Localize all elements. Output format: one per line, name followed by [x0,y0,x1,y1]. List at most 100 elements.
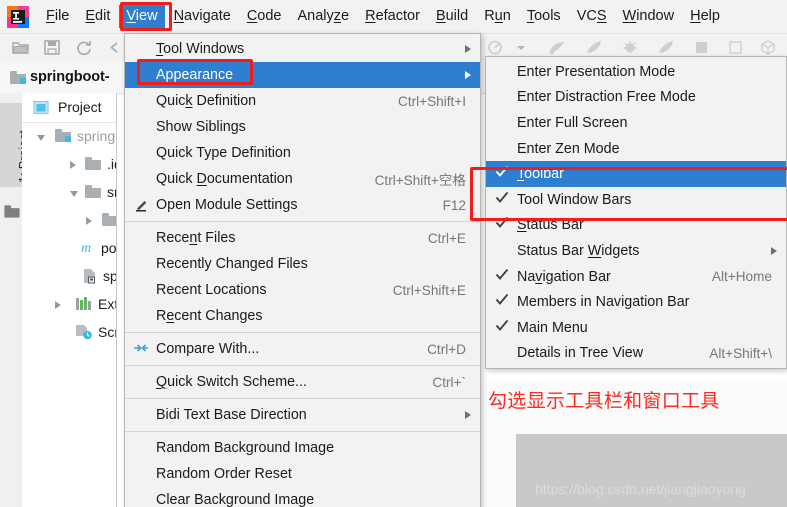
menu-item-members-in-navigation-bar[interactable]: Members in Navigation Bar [486,289,786,315]
menu-item-appearance[interactable]: Appearance [125,62,480,88]
menu-item-quick-definition[interactable]: Quick Definition Ctrl+Shift+I [125,88,480,114]
menu-item-random-background-image[interactable]: Random Background Image [125,435,480,461]
project-panel-header[interactable]: Project [22,93,116,123]
back-arrow-icon[interactable] [108,40,122,60]
menu-item-enter-zen-mode[interactable]: Enter Zen Mode [486,136,786,162]
open-folder-icon[interactable] [12,40,29,60]
menu-item-quick-documentation[interactable]: Quick Documentation Ctrl+Shift+空格 [125,166,480,192]
label: Enter Distraction Free Mode [517,89,696,106]
menu-item-enter-distraction-free-mode[interactable]: Enter Distraction Free Mode [486,85,786,111]
menu-code[interactable]: Code [240,5,289,28]
menu-item-recent-files[interactable]: Recent Files Ctrl+E [125,225,480,251]
label: Enter Full Screen [517,114,628,131]
menu-item-details-in-tree-view[interactable]: Details in Tree View Alt+Shift+\ [486,341,786,367]
chevron-down-icon[interactable] [70,191,78,197]
menu-item-show-siblings[interactable]: Show Siblings [125,114,480,140]
menu-accel: Ctrl+E [427,230,466,246]
folder-icon[interactable] [4,205,20,223]
menu-item-tool-window-bars[interactable]: Tool Window Bars [486,187,786,213]
menu-file[interactable]: File [39,5,76,28]
main-menu-bar[interactable]: File Edit View Navigate Code Analyze Ref… [0,0,787,34]
iml-file-icon [82,268,97,289]
menu-item-random-order-reset[interactable]: Random Order Reset [125,461,480,487]
menu-item-compare-with-label: Compare With... [156,341,260,357]
menu-item-appearance-label: Appearance [156,67,234,83]
checkmark-icon [495,268,509,281]
tree-row[interactable]: m pom [22,235,116,263]
module-folder-icon [10,71,26,89]
chevron-right-icon[interactable] [70,161,76,169]
menu-refactor[interactable]: Refactor [358,5,427,28]
tool-window-bar[interactable]: 1: Project [0,93,31,507]
save-icon[interactable] [44,40,60,60]
project-tree[interactable]: spring .ide src [22,123,117,347]
svg-text:m: m [81,241,91,256]
tree-row[interactable] [22,207,116,235]
checkmark-icon [495,165,509,178]
tree-row[interactable]: Extern [22,291,116,319]
menu-separator [125,431,480,432]
menu-view[interactable]: View [119,5,165,28]
menu-item-quick-type-definition[interactable]: Quick Type Definition [125,140,480,166]
menu-item-toolbar[interactable]: Toolbar [486,161,786,187]
menu-item-random-bg-label: Random Background Image [156,440,335,456]
project-tool-window[interactable]: Project spring .ide [22,93,117,507]
menu-item-tool-windows[interactable]: Tool Windows [125,36,480,62]
pencil-icon [134,197,149,216]
menu-tools[interactable]: Tools [520,5,568,28]
menu-item-recently-changed-files[interactable]: Recently Changed Files [125,251,480,277]
menu-accel: F12 [442,197,466,213]
menu-edit[interactable]: Edit [78,5,117,28]
tree-row-label: spr [103,268,116,284]
menu-vcs[interactable]: VCS [570,5,614,28]
tree-row[interactable]: spring [22,123,116,151]
tree-row[interactable]: spr [22,263,116,291]
menu-help[interactable]: Help [683,5,727,28]
menu-navigate[interactable]: Navigate [167,5,238,28]
menu-item-bidi-text-base-direction[interactable]: Bidi Text Base Direction [125,402,480,428]
menu-separator [125,365,480,366]
menu-item-main-menu[interactable]: Main Menu [486,315,786,341]
tree-row[interactable]: .ide [22,151,116,179]
menu-item-open-module-settings[interactable]: Open Module Settings F12 [125,192,480,218]
menu-item-recent-locations[interactable]: Recent Locations Ctrl+Shift+E [125,277,480,303]
sidebar-item-project[interactable]: 1: Project [0,103,31,187]
menu-analyze[interactable]: Analyze [291,5,357,28]
menu-item-quick-switch-scheme[interactable]: Quick Switch Scheme... Ctrl+` [125,369,480,395]
menu-item-clear-background-image[interactable]: Clear Background Image [125,487,480,507]
menu-item-enter-full-screen[interactable]: Enter Full Screen [486,110,786,136]
menu-accel: Ctrl+` [432,374,466,390]
annotation-text: 勾选显示工具栏和窗口工具 [488,390,720,412]
menu-item-status-bar-widgets[interactable]: Status Bar Widgets [486,238,786,264]
chevron-down-icon[interactable] [37,135,45,141]
menu-window[interactable]: Window [616,5,682,28]
libraries-icon [75,296,92,316]
menu-item-recently-changed-files-label: Recently Changed Files [156,256,308,272]
menu-item-navigation-bar[interactable]: Navigation Bar Alt+Home [486,264,786,290]
label: Main Menu [517,319,588,336]
label: Enter Presentation Mode [517,63,676,80]
appearance-submenu[interactable]: Enter Presentation Mode Enter Distractio… [485,56,787,370]
menu-item-recent-changes[interactable]: Recent Changes [125,303,480,329]
tree-row-label: Scratc [98,324,117,340]
chevron-right-icon[interactable] [55,301,61,309]
menu-item-show-siblings-label: Show Siblings [156,119,246,135]
menu-item-compare-with[interactable]: Compare With... Ctrl+D [125,336,480,362]
menu-separator [125,332,480,333]
menu-item-status-bar[interactable]: Status Bar [486,213,786,239]
view-dropdown-menu[interactable]: Tool Windows Appearance Quick Definition… [124,33,481,507]
sync-icon[interactable] [76,40,92,60]
menu-accel: Ctrl+Shift+空格 [374,173,466,188]
menu-item-enter-presentation-mode[interactable]: Enter Presentation Mode [486,59,786,85]
checkmark-icon [495,293,509,306]
tree-row[interactable]: Scratc [22,319,117,347]
menu-run[interactable]: Run [477,5,518,28]
menu-accel: Alt+Shift+\ [709,345,772,361]
checkmark-icon [495,319,509,332]
tree-row[interactable]: src [22,179,116,207]
tree-row-label: .ide [107,156,116,172]
tree-row-label: src [107,184,116,200]
chevron-right-icon[interactable] [86,217,92,225]
menu-build[interactable]: Build [429,5,475,28]
menu-accel: Ctrl+Shift+E [392,282,466,298]
